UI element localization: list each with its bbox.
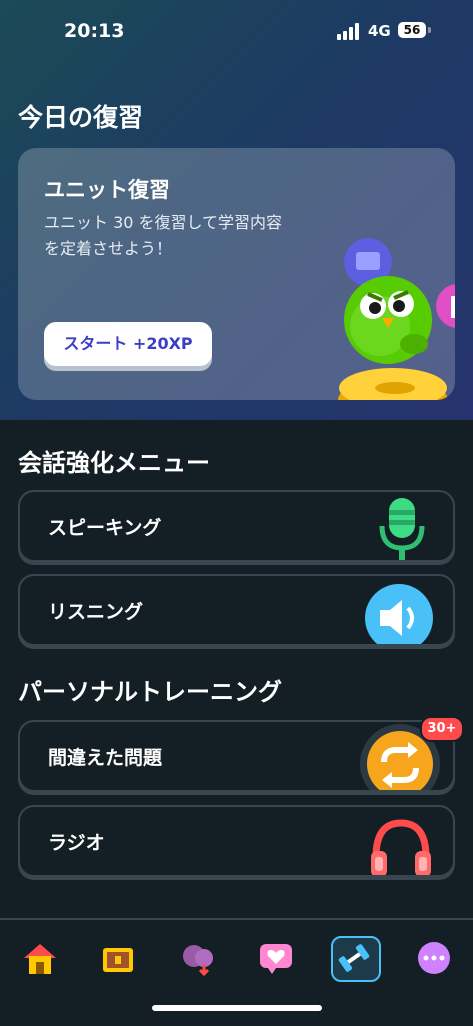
more-icon[interactable] (416, 940, 452, 976)
mistakes-label: 間違えた問題 (48, 747, 163, 769)
headphones-icon (371, 819, 431, 875)
home-icon[interactable] (22, 940, 58, 976)
conversation-section-title: 会話強化メニュー (18, 449, 210, 477)
speaking-card[interactable]: スピーキング (18, 490, 455, 562)
radio-label: ラジオ (48, 832, 105, 854)
review-title: 今日の復習 (18, 103, 144, 132)
speaker-icon (365, 584, 433, 644)
status-time: 20:13 (64, 20, 125, 42)
status-bar: 20:13 4G 56 (0, 0, 473, 64)
signal-icon (337, 22, 361, 40)
microphone-icon (379, 498, 425, 560)
mistakes-card[interactable]: 間違えた問題 (18, 720, 455, 792)
speaking-label: スピーキング (48, 517, 162, 539)
home-indicator (152, 1005, 322, 1011)
radio-card[interactable]: ラジオ (18, 805, 455, 877)
mascot-illustration (338, 238, 455, 400)
battery-tip (428, 27, 431, 33)
unit-review-title: ユニット復習 (44, 178, 170, 202)
start-button[interactable]: スタート +20XP (44, 322, 212, 366)
heart-chat-icon[interactable] (258, 940, 294, 976)
listening-card[interactable]: リスニング (18, 574, 455, 646)
treasure-chest-icon[interactable] (100, 940, 136, 976)
unit-review-description: ユニット 30 を復習して学習内容を定着させよう！ (44, 213, 283, 258)
personal-section-title: パーソナルトレーニング (18, 678, 282, 706)
mistakes-count-badge: 30+ (420, 716, 464, 742)
dumbbell-icon[interactable] (336, 940, 372, 976)
unit-review-card[interactable]: ユニット復習 ユニット 30 を復習して学習内容を定着させよう！ スタート +2… (18, 148, 455, 400)
battery-icon: 56 (398, 22, 426, 38)
network-label: 4G (368, 22, 391, 40)
listening-label: リスニング (48, 601, 144, 623)
league-icon[interactable] (180, 940, 216, 976)
